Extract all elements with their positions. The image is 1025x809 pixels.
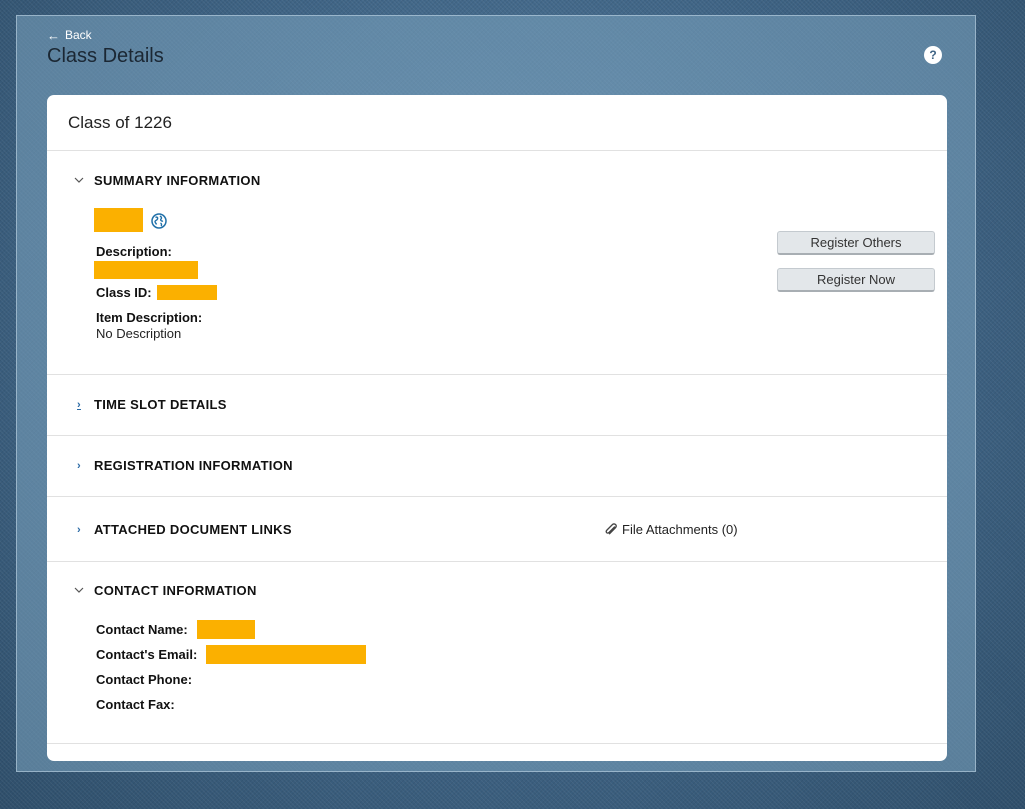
contact-email-label: Contact's Email:	[96, 647, 198, 662]
contact-section: CONTACT INFORMATION Contact Name: Contac…	[47, 562, 947, 744]
register-others-button[interactable]: Register Others	[777, 231, 935, 255]
globe-icon[interactable]	[151, 213, 167, 229]
page-frame: ← Back Class Details ? Class of 1226 SUM…	[16, 15, 976, 772]
contact-name-label: Contact Name:	[96, 622, 188, 637]
card-title: Class of 1226	[68, 113, 172, 132]
contact-fax-label: Contact Fax:	[96, 697, 175, 712]
time-slot-section: › TIME SLOT DETAILS	[47, 375, 947, 436]
card-header: Class of 1226	[47, 95, 947, 151]
item-description-value: No Description	[96, 326, 182, 341]
registration-section-toggle[interactable]: › REGISTRATION INFORMATION	[72, 458, 293, 473]
registration-section-title: REGISTRATION INFORMATION	[94, 458, 293, 473]
chevron-right-icon: ›	[77, 523, 81, 536]
chevron-right-icon: ›	[77, 459, 81, 472]
attached-documents-section: › ATTACHED DOCUMENT LINKS File Attachmen…	[47, 497, 947, 562]
contact-section-title: CONTACT INFORMATION	[94, 583, 257, 598]
summary-section: SUMMARY INFORMATION Description: Class I…	[47, 151, 947, 375]
summary-section-toggle[interactable]: SUMMARY INFORMATION	[72, 173, 261, 188]
page-title: Class Details	[47, 45, 164, 67]
description-label: Description:	[96, 244, 172, 259]
class-details-card: Class of 1226 SUMMARY INFORMATION Descri…	[47, 95, 947, 761]
file-attachments-label: File Attachments (0)	[622, 522, 738, 537]
chevron-down-icon	[72, 175, 86, 187]
class-id-value-redacted	[157, 285, 217, 300]
class-name-redacted	[94, 208, 143, 232]
item-description-label: Item Description:	[96, 310, 203, 325]
time-slot-section-title: TIME SLOT DETAILS	[94, 397, 227, 412]
back-link[interactable]: ← Back	[47, 28, 92, 42]
chevron-down-icon	[72, 585, 86, 597]
class-id-label: Class ID:	[96, 285, 152, 300]
chevron-right-icon: ›	[77, 398, 81, 411]
attached-documents-section-toggle[interactable]: › ATTACHED DOCUMENT LINKS	[72, 522, 292, 537]
back-arrow-icon: ←	[47, 27, 60, 43]
paperclip-icon	[605, 522, 617, 534]
back-label: Back	[65, 28, 92, 42]
contact-name-value-redacted	[197, 620, 255, 639]
description-value-redacted	[94, 261, 198, 279]
contact-section-toggle[interactable]: CONTACT INFORMATION	[72, 583, 257, 598]
contact-email-value-redacted	[206, 645, 366, 664]
contact-phone-label: Contact Phone:	[96, 672, 193, 687]
registration-section: › REGISTRATION INFORMATION	[47, 436, 947, 497]
attached-documents-section-title: ATTACHED DOCUMENT LINKS	[94, 522, 292, 537]
register-now-button[interactable]: Register Now	[777, 268, 935, 292]
help-question-icon[interactable]: ?	[924, 46, 942, 64]
time-slot-section-toggle[interactable]: › TIME SLOT DETAILS	[72, 397, 227, 412]
file-attachments-link[interactable]: File Attachments (0)	[604, 522, 738, 537]
summary-section-title: SUMMARY INFORMATION	[94, 173, 261, 188]
